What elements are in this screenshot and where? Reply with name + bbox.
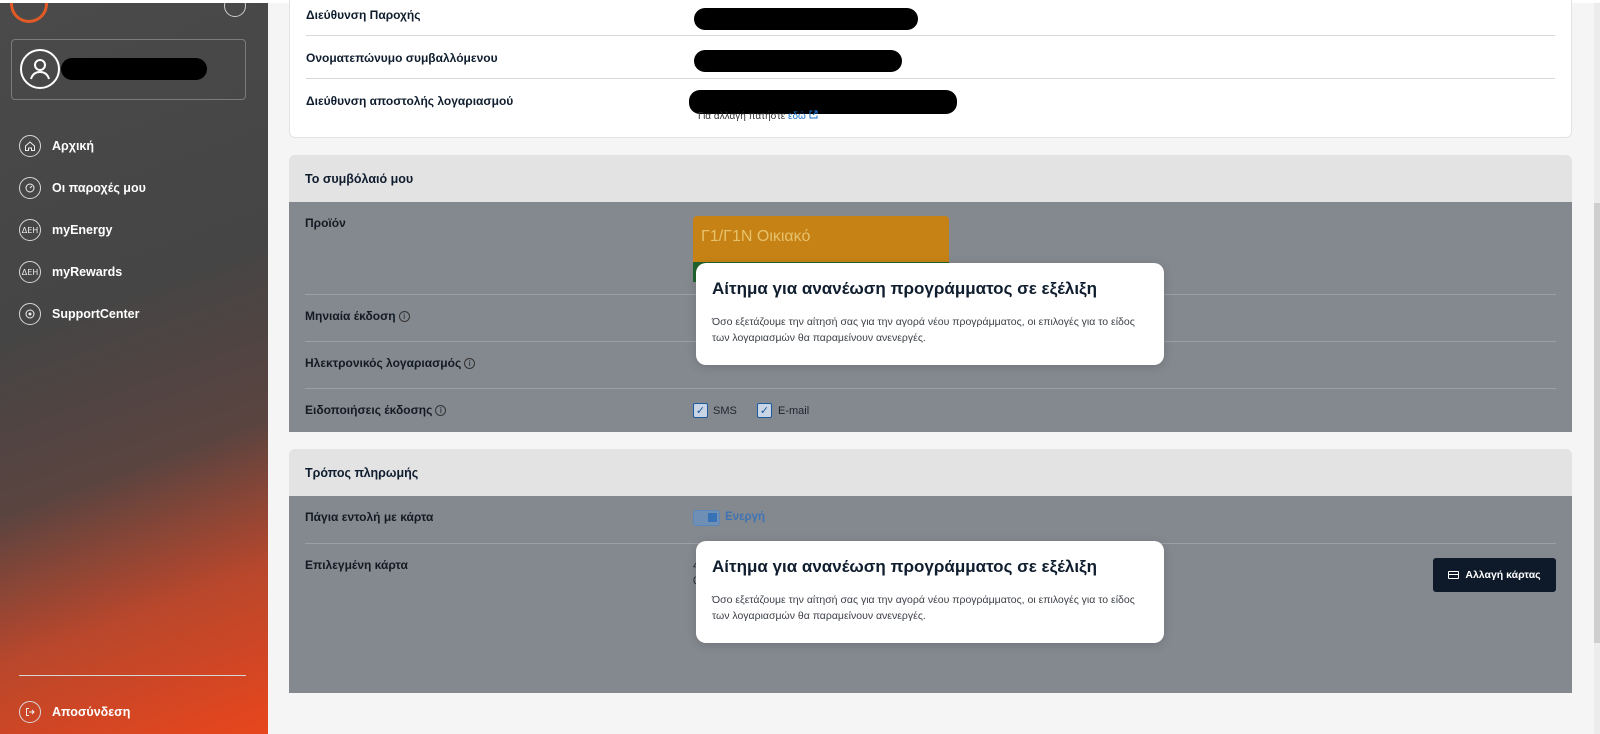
redacted-contractor-name [694, 50, 902, 72]
renewal-in-progress-popup: Αίτημα για ανανέωση προγράμματος σε εξέλ… [696, 541, 1164, 643]
sms-label: SMS [713, 405, 737, 417]
credit-card-icon [1448, 571, 1460, 579]
notifications-label: Ειδοποιήσεις έκδοσης i [305, 403, 447, 417]
email-checkbox[interactable]: ✓ [757, 403, 772, 418]
logout-label: Αποσύνδεση [52, 705, 131, 719]
notifications-text: Ειδοποιήσεις έκδοσης [305, 403, 433, 417]
user-avatar-icon [20, 49, 60, 89]
info-icon[interactable]: i [464, 357, 476, 369]
change-address-note: Για αλλαγή πατήστε εδώ [698, 110, 818, 122]
scrollbar[interactable] [1594, 3, 1600, 734]
monthly-issue-label: Μηνιαία έκδοση i [305, 309, 410, 323]
standing-order-toggle[interactable] [693, 510, 720, 526]
sidebar: Αρχική Οι παροχές μου ΔΕΗ myEnergy ΔΕΗ m… [0, 3, 268, 734]
info-icon[interactable]: i [435, 404, 447, 416]
sidebar-item-myenergy[interactable]: ΔΕΗ myEnergy [19, 209, 146, 251]
deh-icon: ΔΕΗ [19, 261, 41, 283]
row-divider [306, 78, 1555, 79]
support-icon [19, 303, 41, 325]
change-card-label: Αλλαγή κάρτας [1465, 569, 1541, 581]
popup-title: Αίτημα για ανανέωση προγράμματος σε εξέλ… [712, 557, 1097, 576]
popup-text: Όσο εξετάζουμε την αίτησή σας για την αγ… [712, 594, 1135, 622]
selected-card-label: Επιλεγμένη κάρτα [305, 558, 408, 572]
change-address-link[interactable]: εδώ [788, 111, 806, 122]
sidebar-item-label: Οι παροχές μου [52, 181, 146, 195]
logout-icon [19, 701, 41, 723]
collapse-icon[interactable] [224, 3, 246, 17]
external-link-icon[interactable] [809, 110, 818, 122]
sidebar-item-supportcenter[interactable]: SupportCenter [19, 293, 146, 335]
sidebar-item-label: SupportCenter [52, 307, 140, 321]
sidebar-item-home[interactable]: Αρχική [19, 125, 146, 167]
sidebar-item-myrewards[interactable]: ΔΕΗ myRewards [19, 251, 146, 293]
scrollbar-thumb[interactable] [1594, 203, 1600, 643]
info-icon[interactable]: i [398, 310, 410, 322]
sidebar-divider [19, 675, 246, 676]
popup-text: Όσο εξετάζουμε την αίτησή σας για την αγ… [712, 316, 1135, 344]
ebill-label: Ηλεκτρονικός λογαριασμός i [305, 356, 476, 370]
user-card[interactable] [11, 39, 246, 100]
sms-checkbox[interactable]: ✓ [693, 403, 708, 418]
sidebar-nav: Αρχική Οι παροχές μου ΔΕΗ myEnergy ΔΕΗ m… [19, 125, 146, 335]
product-name: Γ1/Γ1Ν Οικιακό [701, 228, 811, 245]
product-label: Προϊόν [305, 216, 346, 230]
email-label: E-mail [778, 405, 810, 417]
contractor-label: Ονοματεπώνυμο συμβαλλόμενου [306, 51, 498, 65]
row-divider [306, 35, 1555, 36]
monthly-issue-text: Μηνιαία έκδοση [305, 309, 396, 323]
main-content: Διεύθυνση Παροχής Ονοματεπώνυμο συμβαλλό… [268, 0, 1600, 734]
deh-icon: ΔΕΗ [19, 219, 41, 241]
redacted-user-name [61, 58, 207, 80]
contract-section-title: Το συμβόλαιό μου [305, 171, 414, 186]
sidebar-item-label: Αρχική [52, 139, 95, 153]
logout-button[interactable]: Αποσύνδεση [19, 691, 130, 733]
renewal-in-progress-popup: Αίτημα για ανανέωση προγράμματος σε εξέλ… [696, 263, 1164, 365]
meter-icon [19, 177, 41, 199]
sidebar-item-label: myEnergy [52, 223, 113, 237]
sidebar-item-label: myRewards [52, 265, 123, 279]
popup-title: Αίτημα για ανανέωση προγράμματος σε εξέλ… [712, 279, 1097, 298]
toggle-knob [708, 513, 717, 522]
supply-address-label: Διεύθυνση Παροχής [306, 8, 421, 22]
billing-address-label: Διεύθυνση αποστολής λογαριασμού [306, 94, 514, 108]
standing-order-status: Ενεργή [725, 511, 766, 523]
standing-order-label: Πάγια εντολή με κάρτα [305, 510, 434, 524]
payment-section-title: Τρόπος πληρωμής [305, 465, 419, 480]
home-icon [19, 135, 41, 157]
row-divider [305, 388, 1556, 389]
change-card-button[interactable]: Αλλαγή κάρτας [1433, 558, 1556, 592]
sidebar-item-my-supplies[interactable]: Οι παροχές μου [19, 167, 146, 209]
deh-logo[interactable] [10, 3, 48, 23]
ebill-text: Ηλεκτρονικός λογαριασμός [305, 356, 462, 370]
supply-details-card: Διεύθυνση Παροχής Ονοματεπώνυμο συμβαλλό… [289, 0, 1572, 138]
redacted-supply-address [694, 8, 918, 30]
change-note-text: Για αλλαγή πατήστε [698, 111, 786, 122]
